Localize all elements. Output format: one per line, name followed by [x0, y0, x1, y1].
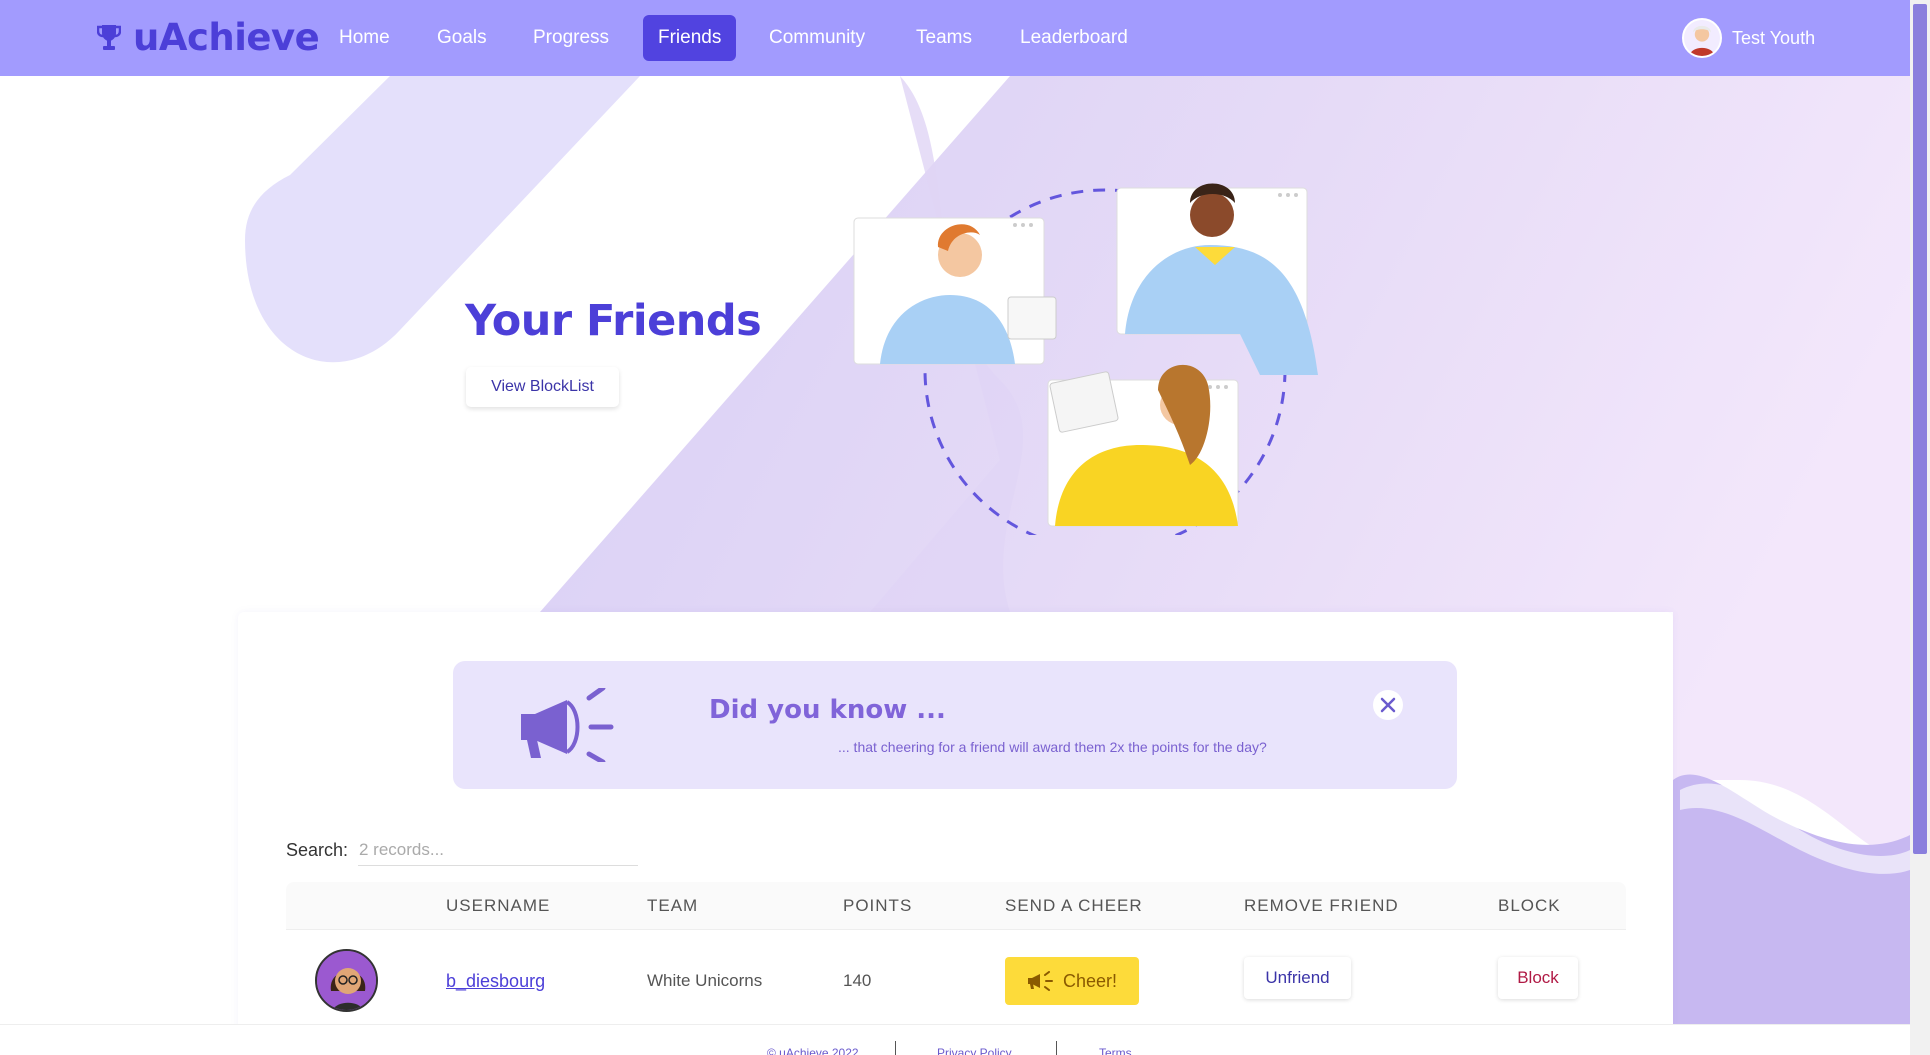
view-blocklist-button[interactable]: View BlockList — [466, 367, 619, 407]
megaphone-icon — [1027, 971, 1053, 991]
footer-copyright: © uAchieve 2022 — [767, 1046, 859, 1055]
team-cell: White Unicorns — [647, 971, 763, 990]
tip-text: ... that cheering for a friend will awar… — [838, 739, 1267, 755]
user-avatar-icon — [1682, 18, 1722, 58]
points-cell: 140 — [843, 971, 872, 990]
cheer-label: Cheer! — [1062, 970, 1118, 991]
header-remove-friend: REMOVE FRIEND — [1244, 896, 1399, 915]
cheer-button[interactable]: Cheer! — [1005, 957, 1139, 1005]
did-you-know-banner: Did you know ... ... that cheering for a… — [453, 661, 1457, 789]
page-title: Your Friends — [465, 296, 762, 346]
header-team[interactable]: TEAM — [647, 882, 698, 930]
close-icon[interactable] — [1373, 690, 1403, 720]
footer: © uAchieve 2022 Privacy Policy Terms — [0, 1024, 1910, 1055]
header-username[interactable]: USERNAME — [446, 882, 550, 930]
page-scrollbar[interactable] — [1910, 0, 1930, 1055]
unfriend-button[interactable]: Unfriend — [1244, 957, 1351, 999]
terms-link[interactable]: Terms — [1099, 1046, 1132, 1055]
header-send-a-cheer: SEND A CHEER — [1005, 896, 1143, 915]
username-link[interactable]: b_diesbourg — [446, 971, 545, 991]
search-label: Search: — [286, 840, 349, 860]
user-menu[interactable]: Test Youth — [1682, 18, 1815, 58]
table-row: b_diesbourg White Unicorns 140 Cheer! Un… — [286, 930, 1626, 1032]
user-name: Test Youth — [1732, 27, 1816, 48]
friends-table: USERNAME TEAM POINTS SEND A CHEER REMOVE… — [286, 882, 1626, 1032]
top-navbar: uAchieve Home Goals Progress Friends Com… — [0, 0, 1910, 76]
nav-progress[interactable]: Progress — [518, 15, 624, 61]
nav-home[interactable]: Home — [324, 15, 405, 61]
avatar — [315, 949, 378, 1012]
search-input[interactable] — [358, 834, 638, 866]
trophy-icon — [97, 24, 121, 50]
nav-teams[interactable]: Teams — [901, 15, 987, 61]
friends-card: Did you know ... ... that cheering for a… — [238, 612, 1673, 1055]
table-header: USERNAME TEAM POINTS SEND A CHEER REMOVE… — [286, 882, 1626, 930]
privacy-policy-link[interactable]: Privacy Policy — [937, 1046, 1012, 1055]
nav-goals[interactable]: Goals — [422, 15, 502, 61]
megaphone-icon — [521, 688, 614, 762]
brand-logo[interactable]: uAchieve — [97, 16, 320, 59]
nav-friends[interactable]: Friends — [643, 15, 737, 61]
block-button[interactable]: Block — [1498, 957, 1578, 999]
nav-community[interactable]: Community — [754, 15, 880, 61]
scrollbar-thumb[interactable] — [1913, 4, 1927, 854]
friends-illustration — [853, 183, 1318, 535]
header-points[interactable]: POINTS — [843, 882, 912, 930]
header-block: BLOCK — [1498, 896, 1561, 915]
footer-divider — [1056, 1041, 1057, 1055]
footer-divider — [895, 1041, 896, 1055]
tip-title: Did you know ... — [709, 695, 946, 725]
nav-leaderboard[interactable]: Leaderboard — [1005, 15, 1143, 61]
brand-name: uAchieve — [133, 16, 320, 59]
